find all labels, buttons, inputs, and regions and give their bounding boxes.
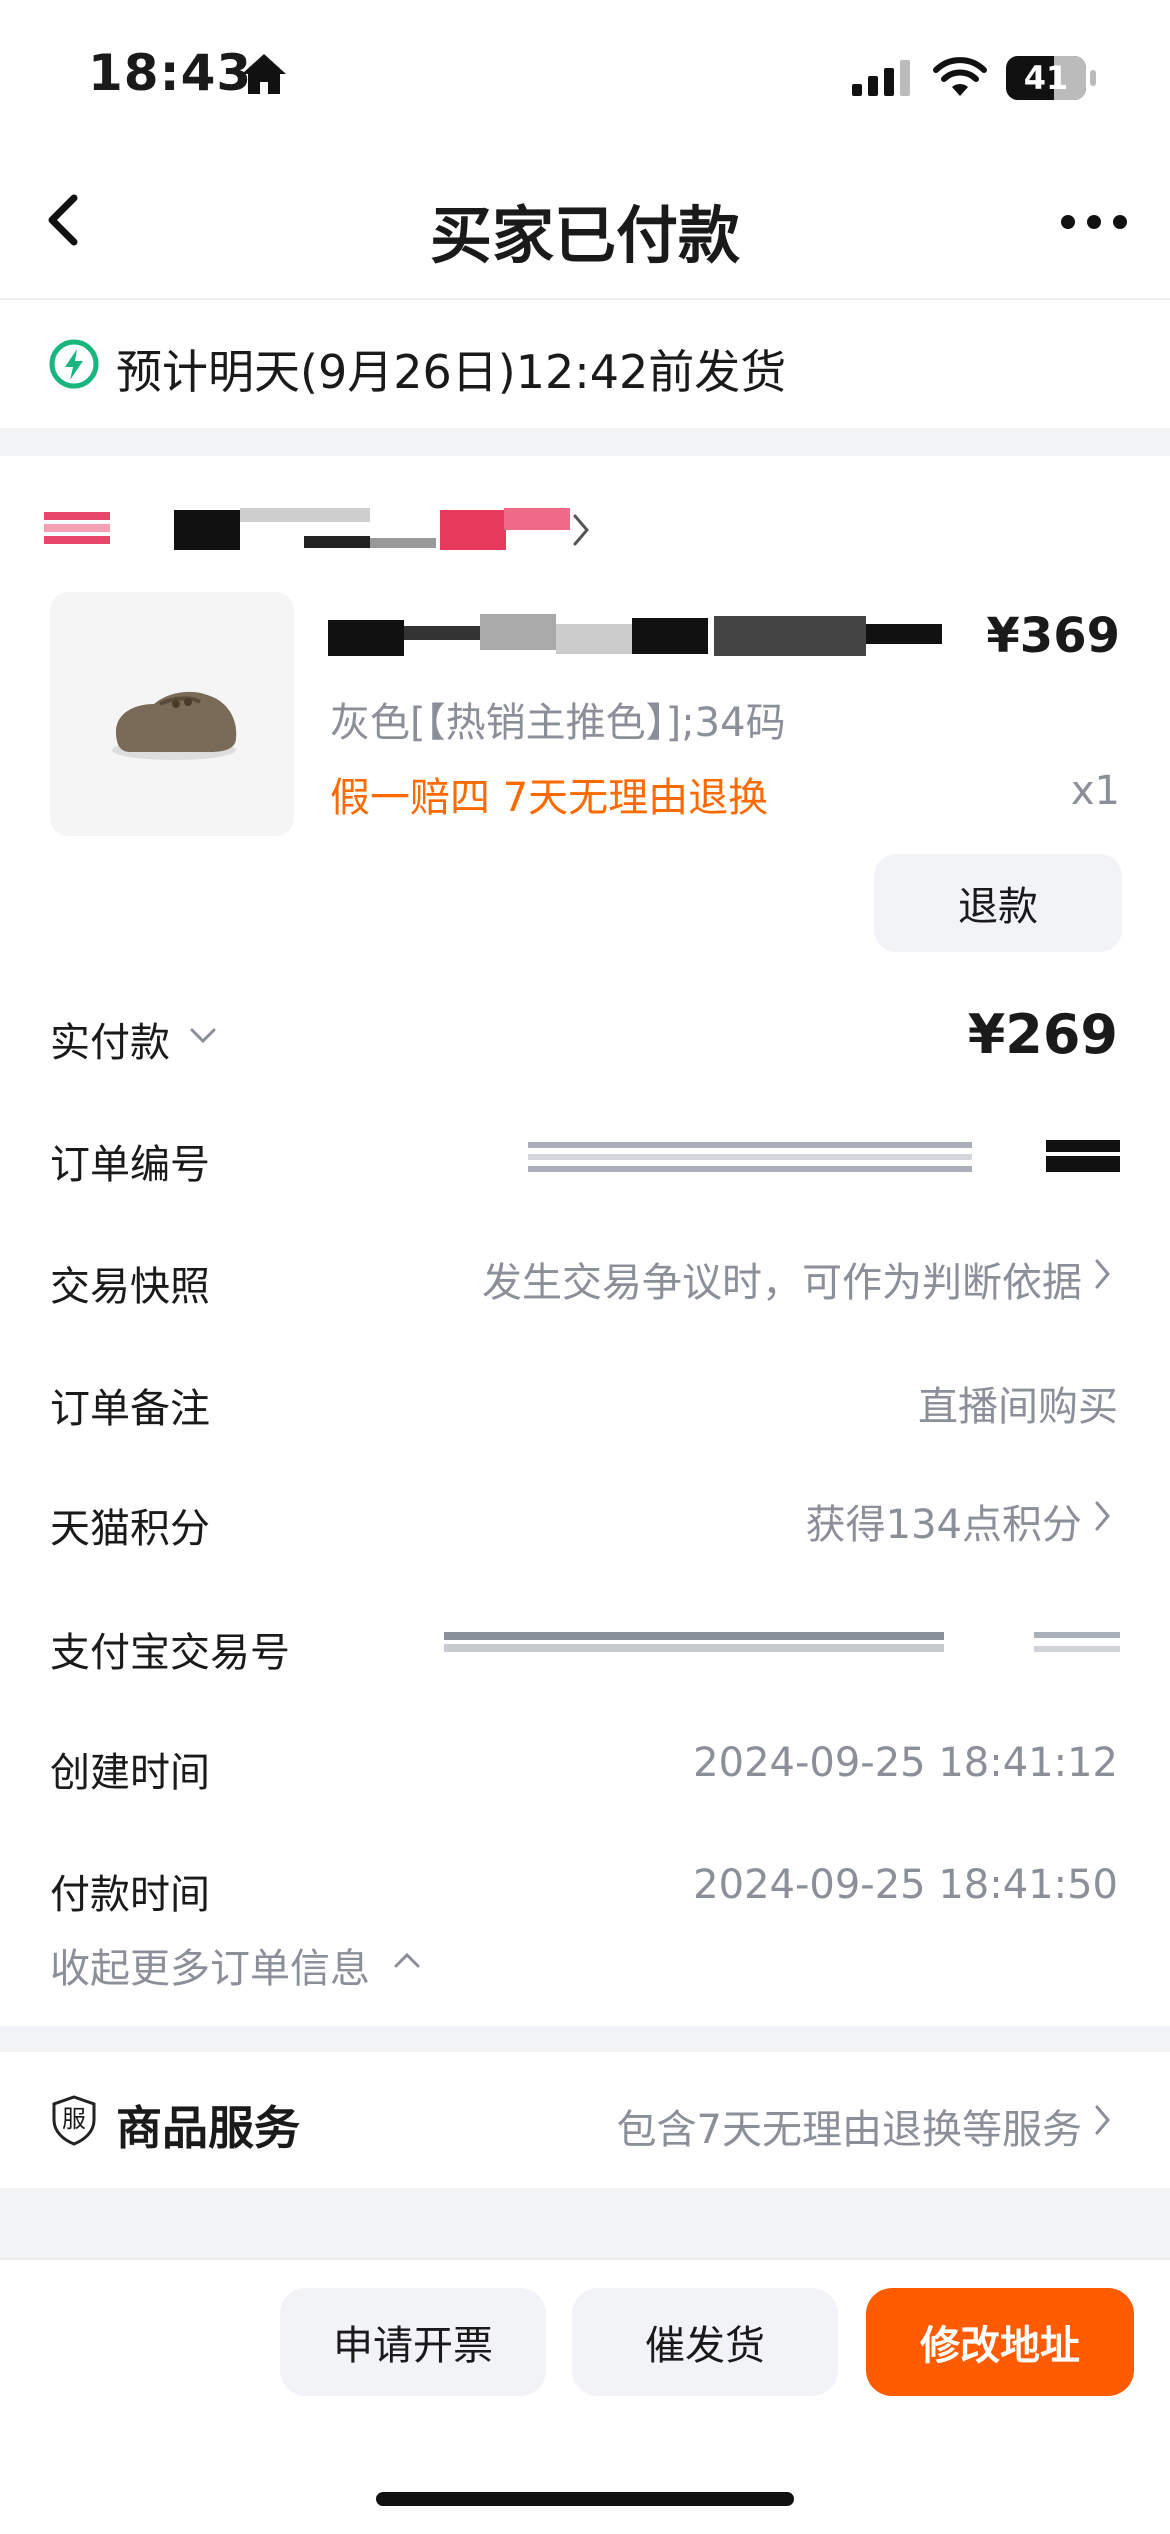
wifi-icon <box>933 57 987 96</box>
change-address-button[interactable]: 修改地址 <box>866 2288 1134 2396</box>
service-title: 商品服务 <box>116 2101 300 2155</box>
order-note-label: 订单备注 <box>50 1386 210 1432</box>
shipping-estimate: 预计明天(9月26日)12:42前发货 <box>116 345 787 399</box>
battery-level: 41 <box>1023 59 1069 97</box>
home-indicator[interactable] <box>376 2492 794 2506</box>
chevron-down-icon[interactable] <box>188 1026 218 1046</box>
created-time-value: 2024-09-25 18:41:12 <box>693 1740 1118 1786</box>
alipay-trade-redacted <box>444 1628 1120 1656</box>
pay-time-value: 2024-09-25 18:41:50 <box>693 1862 1118 1908</box>
page-title: 买家已付款 <box>429 199 740 272</box>
refund-button[interactable]: 退款 <box>874 854 1122 952</box>
order-note-value: 直播间购买 <box>918 1384 1118 1430</box>
order-number-label: 订单编号 <box>50 1142 210 1188</box>
battery-cap <box>1090 70 1096 86</box>
store-chevron-right-icon[interactable] <box>570 512 592 548</box>
product-thumbnail[interactable] <box>50 592 294 836</box>
store-name-redacted[interactable] <box>44 508 584 552</box>
order-number-redacted <box>528 1138 1120 1174</box>
battery-icon: 41 <box>1006 56 1086 100</box>
points-label: 天猫积分 <box>50 1506 210 1552</box>
service-value[interactable]: 包含7天无理由退换等服务 <box>617 2097 1082 2155</box>
alipay-trade-label: 支付宝交易号 <box>50 1630 290 1676</box>
status-time: 18:43 <box>88 44 253 102</box>
item-price: ¥369 <box>986 608 1120 664</box>
collapse-order-info-link[interactable]: 收起更多订单信息 <box>50 1936 370 1994</box>
home-icon <box>242 54 286 94</box>
paid-amount-label[interactable]: 实付款 <box>50 1010 170 1068</box>
points-chevron-right-icon[interactable] <box>1092 1498 1114 1534</box>
service-chevron-right-icon[interactable] <box>1092 2102 1114 2138</box>
item-service-tags: 假一赔四 7天无理由退换 <box>330 775 769 821</box>
request-invoice-button[interactable]: 申请开票 <box>280 2288 546 2396</box>
pay-time-label: 付款时间 <box>50 1872 210 1918</box>
points-value[interactable]: 获得134点积分 <box>806 1492 1082 1550</box>
service-icon-text: 服 <box>62 2105 86 2133</box>
more-options-icon[interactable] <box>1058 208 1130 236</box>
snapshot-value[interactable]: 发生交易争议时，可作为判断依据 <box>482 1250 1082 1308</box>
urge-shipment-button[interactable]: 催发货 <box>572 2288 838 2396</box>
lightning-icon <box>49 339 99 389</box>
product-title-redacted[interactable] <box>328 614 944 660</box>
chevron-up-icon[interactable] <box>392 1950 422 1970</box>
item-sku: 灰色[【热销主推色】];34码 <box>330 700 786 746</box>
snapshot-label: 交易快照 <box>50 1264 210 1310</box>
service-shield-icon: 服 <box>50 2094 98 2146</box>
snapshot-chevron-right-icon[interactable] <box>1092 1256 1114 1292</box>
cellular-signal-icon <box>852 60 910 96</box>
shoe-image <box>112 691 237 760</box>
paid-amount-value: ¥269 <box>967 1003 1118 1066</box>
item-quantity: x1 <box>1070 768 1120 814</box>
created-time-label: 创建时间 <box>50 1750 210 1796</box>
